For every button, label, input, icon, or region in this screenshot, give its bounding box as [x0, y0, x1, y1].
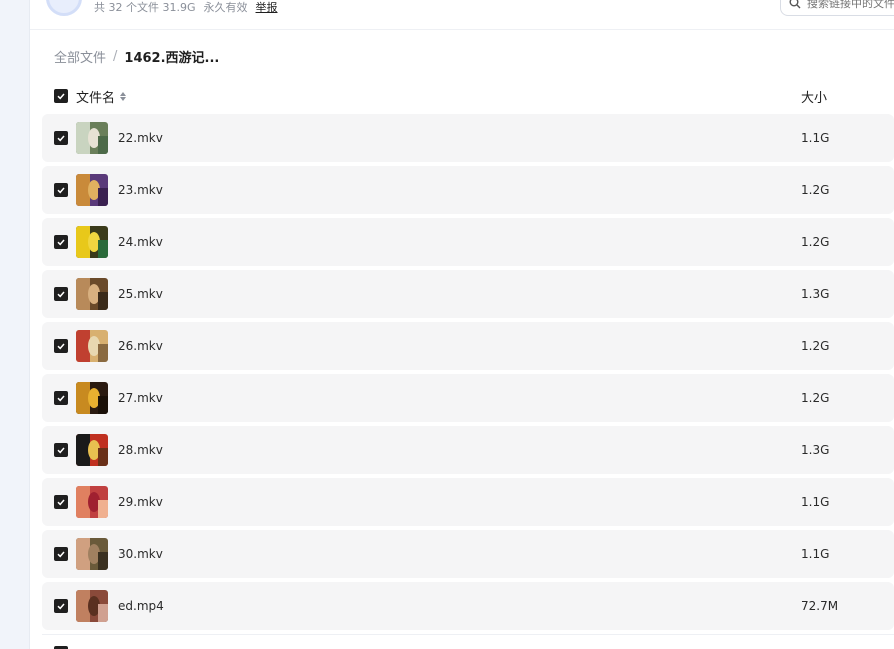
- check-icon: [57, 395, 65, 402]
- check-icon: [57, 499, 65, 506]
- video-thumbnail: [76, 330, 108, 362]
- row-checkbox[interactable]: [54, 183, 68, 197]
- file-row[interactable]: 27.mkv 1.2G: [42, 374, 894, 422]
- row-checkbox[interactable]: [54, 547, 68, 561]
- name-column-header[interactable]: 文件名: [76, 87, 127, 106]
- video-thumbnail: [76, 174, 108, 206]
- video-thumbnail: [76, 434, 108, 466]
- file-row[interactable]: 24.mkv 1.2G: [42, 218, 894, 266]
- file-row[interactable]: 26.mkv 1.2G: [42, 322, 894, 370]
- file-size: 1.1G: [801, 547, 830, 561]
- size-column-header[interactable]: 大小: [801, 87, 827, 106]
- file-name[interactable]: 26.mkv: [118, 339, 163, 353]
- breadcrumb-root[interactable]: 全部文件: [54, 47, 106, 66]
- sharer-avatar: [46, 0, 82, 16]
- check-icon: [57, 135, 65, 142]
- file-row[interactable]: 28.mkv 1.3G: [42, 426, 894, 474]
- breadcrumb-separator: /: [113, 48, 118, 64]
- search-box[interactable]: [780, 0, 894, 16]
- select-all-checkbox[interactable]: [54, 89, 68, 103]
- file-size: 1.2G: [801, 391, 830, 405]
- file-name[interactable]: 27.mkv: [118, 391, 163, 405]
- sort-icon[interactable]: [120, 91, 127, 101]
- file-size: 1.1G: [801, 131, 830, 145]
- row-checkbox[interactable]: [54, 235, 68, 249]
- file-name[interactable]: 30.mkv: [118, 547, 163, 561]
- file-name[interactable]: 29.mkv: [118, 495, 163, 509]
- file-name[interactable]: ed.mp4: [118, 599, 164, 613]
- file-size: 1.1G: [801, 495, 830, 509]
- list-header: 文件名 大小: [42, 84, 894, 108]
- file-row[interactable]: 29.mkv 1.1G: [42, 478, 894, 526]
- file-size: 1.2G: [801, 235, 830, 249]
- check-icon: [57, 603, 65, 610]
- left-sidebar-rail: [0, 0, 30, 649]
- name-column-label: 文件名: [76, 90, 116, 106]
- share-meta: 共 32 个文件 31.9G 永久有效 举报: [94, 0, 278, 14]
- check-icon: [57, 551, 65, 558]
- search-icon: [789, 0, 801, 9]
- file-row[interactable]: 22.mkv 1.1G: [42, 114, 894, 162]
- file-name[interactable]: 25.mkv: [118, 287, 163, 301]
- row-checkbox[interactable]: [54, 287, 68, 301]
- file-row[interactable]: ed.mp4 72.7M: [42, 582, 894, 630]
- video-thumbnail: [76, 486, 108, 518]
- main-panel: 共 32 个文件 31.9G 永久有效 举报 全部文件 / 1462.西游记..…: [30, 0, 894, 649]
- next-row-partial: [42, 634, 894, 649]
- video-thumbnail: [76, 122, 108, 154]
- file-size: 72.7M: [801, 599, 839, 613]
- file-row[interactable]: 23.mkv 1.2G: [42, 166, 894, 214]
- file-name[interactable]: 23.mkv: [118, 183, 163, 197]
- row-checkbox[interactable]: [54, 339, 68, 353]
- file-row[interactable]: 30.mkv 1.1G: [42, 530, 894, 578]
- file-count-text: 共 32 个文件 31.9G: [94, 1, 196, 14]
- video-thumbnail: [76, 382, 108, 414]
- row-checkbox[interactable]: [54, 391, 68, 405]
- video-thumbnail: [76, 226, 108, 258]
- file-name[interactable]: 24.mkv: [118, 235, 163, 249]
- file-name[interactable]: 28.mkv: [118, 443, 163, 457]
- file-size: 1.3G: [801, 443, 830, 457]
- check-icon: [57, 187, 65, 194]
- breadcrumb: 全部文件 / 1462.西游记...: [54, 46, 219, 66]
- share-header: 共 32 个文件 31.9G 永久有效 举报: [30, 0, 894, 30]
- row-checkbox[interactable]: [54, 131, 68, 145]
- file-row[interactable]: 25.mkv 1.3G: [42, 270, 894, 318]
- check-icon: [57, 239, 65, 246]
- breadcrumb-current: 1462.西游记...: [124, 50, 220, 66]
- check-icon: [57, 447, 65, 454]
- row-checkbox[interactable]: [54, 599, 68, 613]
- file-name[interactable]: 22.mkv: [118, 131, 163, 145]
- validity-text: 永久有效: [203, 1, 248, 14]
- file-size: 1.3G: [801, 287, 830, 301]
- file-size: 1.2G: [801, 339, 830, 353]
- check-icon: [57, 291, 65, 298]
- check-icon: [57, 93, 65, 100]
- video-thumbnail: [76, 278, 108, 310]
- row-checkbox[interactable]: [54, 495, 68, 509]
- report-link[interactable]: 举报: [256, 0, 278, 15]
- search-input[interactable]: [807, 0, 894, 10]
- file-list: 22.mkv 1.1G 23.mkv 1.2G 24.mkv 1.2G 25.mkv 1.3G…: [42, 114, 894, 634]
- file-size: 1.2G: [801, 183, 830, 197]
- video-thumbnail: [76, 538, 108, 570]
- video-thumbnail: [76, 590, 108, 622]
- row-checkbox[interactable]: [54, 443, 68, 457]
- check-icon: [57, 343, 65, 350]
